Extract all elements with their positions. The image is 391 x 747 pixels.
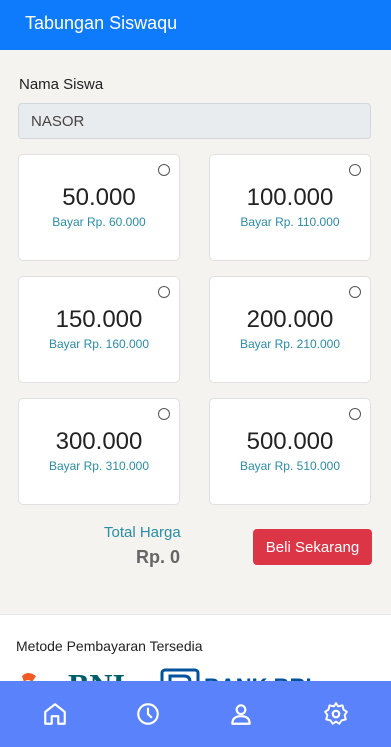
student-name-field[interactable] xyxy=(18,103,371,139)
user-icon[interactable] xyxy=(228,701,254,727)
option-amount: 50.000 xyxy=(62,184,136,211)
option-amount: 100.000 xyxy=(246,184,334,211)
option-amount: 200.000 xyxy=(246,306,334,333)
option-amount: 150.000 xyxy=(55,306,143,333)
total-label: Total Harga xyxy=(104,524,181,541)
option-pay-text: Bayar Rp. 110.000 xyxy=(240,215,340,229)
option-card[interactable]: 200.000 Bayar Rp. 210.000 xyxy=(209,276,371,383)
option-card[interactable]: 500.000 Bayar Rp. 510.000 xyxy=(209,398,371,505)
option-amount: 500.000 xyxy=(246,428,334,455)
option-card[interactable]: 150.000 Bayar Rp. 160.000 xyxy=(18,276,180,383)
option-pay-text: Bayar Rp. 210.000 xyxy=(239,337,341,351)
app-title: Tabungan Siswaqu xyxy=(25,13,178,33)
option-radio[interactable] xyxy=(158,286,170,298)
home-icon[interactable] xyxy=(42,701,68,727)
option-pay-text: Bayar Rp. 310.000 xyxy=(48,459,150,473)
buy-now-button[interactable]: Beli Sekarang xyxy=(253,529,372,565)
total-value: Rp. 0 xyxy=(136,547,181,567)
option-radio[interactable] xyxy=(158,408,170,420)
history-icon[interactable] xyxy=(135,701,161,727)
option-card[interactable]: 300.000 Bayar Rp. 310.000 xyxy=(18,398,180,505)
option-card[interactable]: 100.000 Bayar Rp. 110.000 xyxy=(209,154,371,261)
option-radio[interactable] xyxy=(349,164,361,176)
option-pay-text: Bayar Rp. 160.000 xyxy=(48,337,150,351)
student-name-label: Nama Siswa xyxy=(19,76,104,93)
option-card[interactable]: 50.000 Bayar Rp. 60.000 xyxy=(18,154,180,261)
option-amount: 300.000 xyxy=(55,428,143,455)
option-radio[interactable] xyxy=(158,164,170,176)
payment-methods-title: Metode Pembayaran Tersedia xyxy=(16,638,203,654)
option-pay-text: Bayar Rp. 60.000 xyxy=(52,215,146,229)
app-header: Tabungan Siswaqu xyxy=(0,0,391,50)
settings-icon[interactable] xyxy=(323,701,349,727)
option-radio[interactable] xyxy=(349,408,361,420)
bottom-navigation xyxy=(0,681,391,747)
option-pay-text: Bayar Rp. 510.000 xyxy=(239,459,341,473)
option-radio[interactable] xyxy=(349,286,361,298)
